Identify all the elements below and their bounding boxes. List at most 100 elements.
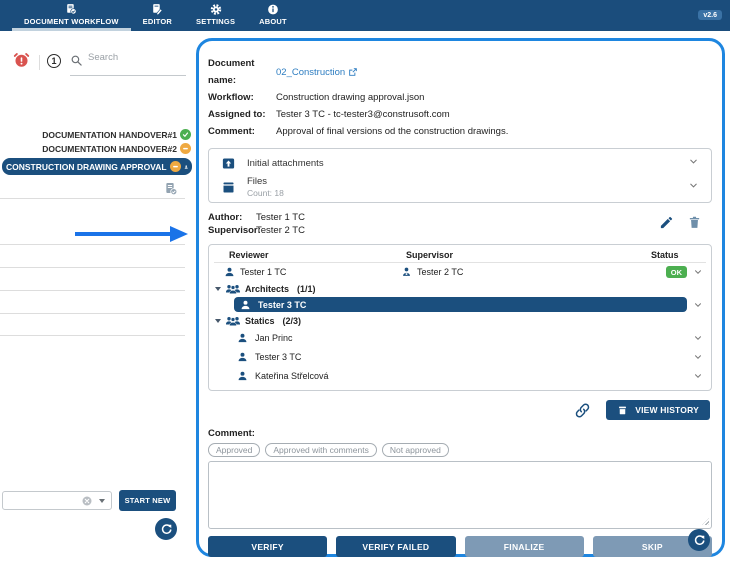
header-status: Status [651,249,679,260]
history-row: VIEW HISTORY [208,400,712,420]
sidebar-item-label: DOCUMENTATION HANDOVER#2 [42,143,177,154]
group-icon [226,316,240,326]
chevron-down-icon[interactable] [687,371,703,381]
group-count: (2/3) [282,315,302,326]
document-status-icon[interactable] [163,181,179,197]
notification-count-badge[interactable]: 1 [47,54,61,68]
detail-row: Document name: 02_Construction [208,55,712,89]
tab-about[interactable]: ABOUT [247,0,299,31]
document-edit-icon [153,4,163,16]
alarm-icon[interactable] [13,51,30,69]
list-divider [0,313,185,314]
header-reviewer: Reviewer [229,249,269,260]
detail-value: Tester 3 TC - tc-tester3@construsoft.com [276,109,450,120]
chip-not-approved[interactable]: Not approved [381,443,449,457]
detail-value: Construction drawing approval.json [276,92,425,103]
comment-chips: Approved Approved with comments Not appr… [208,443,712,457]
sidebar-refresh-button[interactable] [155,518,177,540]
archive-icon [619,406,627,414]
toolbar-divider [39,55,40,70]
chevron-down-icon[interactable] [687,300,703,310]
supervisor-row: Supervisor: Tester 2 TC [208,224,712,237]
files-icon [223,182,234,192]
tab-document-workflow[interactable]: DOCUMENT WORKFLOW [12,0,131,31]
verify-failed-button[interactable]: VERIFY FAILED [336,536,456,557]
sidebar-item-label: CONSTRUCTION DRAWING APPROVAL [6,161,167,172]
chevron-down-icon[interactable] [99,498,105,503]
author-row: Author: Tester 1 TC [208,211,712,224]
reviewers-table: Reviewer Supervisor Status Tester 1 TC T… [208,244,712,391]
status-done-icon [180,129,191,140]
person-icon [225,267,234,277]
status-pending-icon [169,161,181,172]
reviewer-row[interactable]: Jan Princ [209,328,711,347]
tab-settings[interactable]: SETTINGS [184,0,247,31]
group-row-architects[interactable]: Architects (1/1) [209,281,711,296]
sidebar-item-construction-drawing-approval[interactable]: CONSTRUCTION DRAWING APPROVAL [2,158,192,175]
caret-down-icon [215,318,221,323]
search-input[interactable] [88,52,184,63]
nav-tabs: DOCUMENT WORKFLOW EDITOR SETTINGS ABOUT [12,0,730,31]
status-badge: OK [665,266,687,278]
reviewer-name: Kateřina Střelcová [255,370,329,381]
comment-textarea[interactable] [208,461,712,529]
search-underline [70,75,186,76]
header-supervisor: Supervisor [406,249,454,260]
files-label-wrap: Files Count: 18 [247,176,677,198]
detail-label: Assigned to: [208,109,266,120]
tab-label: ABOUT [259,17,287,26]
refresh-icon [694,534,705,545]
supervisor-label: Supervisor: [208,225,261,236]
person-icon [238,352,247,361]
chevron-down-icon[interactable] [687,267,703,277]
reviewer-row[interactable]: Tester 1 TC Tester 2 TC OK [209,263,711,281]
detail-value: Approval of final versions od the constr… [276,126,509,137]
files-row[interactable]: Files Count: 18 [209,174,711,200]
chevron-down-icon[interactable] [687,333,703,343]
list-divider [0,335,185,336]
reviewer-name: Tester 3 TC [255,351,302,362]
sidebar-item-documentation-handover-1[interactable]: DOCUMENTATION HANDOVER#1 [42,129,191,140]
gear-icon [210,4,221,15]
group-row-statics[interactable]: Statics (2/3) [209,313,711,328]
trash-icon[interactable] [687,215,702,230]
start-new-button[interactable]: START NEW [119,490,176,511]
initial-attachments-row[interactable]: Initial attachments [209,152,711,174]
detail-row: Workflow: Construction drawing approval.… [208,89,712,106]
panel-refresh-button[interactable] [688,529,710,551]
chevron-down-icon[interactable] [688,154,699,172]
author-name: Tester 1 TC [256,212,305,223]
edit-pencil-icon[interactable] [659,215,674,230]
list-divider [0,198,185,199]
version-badge: v2.6 [698,10,722,20]
reviewer-row[interactable]: Kateřina Střelcová [209,366,711,385]
view-history-button[interactable]: VIEW HISTORY [606,400,710,420]
detail-row: Assigned to: Tester 3 TC - tc-tester3@co… [208,106,712,123]
author-label: Author: [208,212,243,223]
finalize-button[interactable]: FINALIZE [464,536,584,557]
detail-label: Workflow: [208,92,254,103]
supervisor-name: Tester 2 TC [256,225,305,236]
view-history-label: VIEW HISTORY [635,405,699,415]
reviewer-row-selected[interactable]: Tester 3 TC [209,296,711,313]
clear-icon[interactable] [81,495,93,507]
selected-reviewer-pill[interactable]: Tester 3 TC [234,297,687,312]
action-buttons: VERIFY VERIFY FAILED FINALIZE SKIP [208,536,712,557]
document-name-link[interactable]: 02_Construction [276,55,358,89]
comment-label: Comment: [208,428,255,439]
link-icon[interactable] [574,402,591,419]
tab-label: DOCUMENT WORKFLOW [24,17,119,26]
tab-editor[interactable]: EDITOR [131,0,184,31]
list-divider [0,244,185,245]
chevron-down-icon[interactable] [687,352,703,362]
group-name: Architects [245,283,290,294]
verify-button[interactable]: VERIFY [208,536,328,557]
reviewer-row[interactable]: Tester 3 TC [209,347,711,366]
refresh-icon [161,523,172,534]
chip-approved[interactable]: Approved [208,443,261,457]
sidebar-item-documentation-handover-2[interactable]: DOCUMENTATION HANDOVER#2 [42,143,191,154]
chip-approved-with-comments[interactable]: Approved with comments [265,443,377,457]
top-nav: DOCUMENT WORKFLOW EDITOR SETTINGS ABOUT … [0,0,730,31]
chevron-down-icon[interactable] [688,178,699,196]
workflow-select[interactable] [2,491,112,510]
